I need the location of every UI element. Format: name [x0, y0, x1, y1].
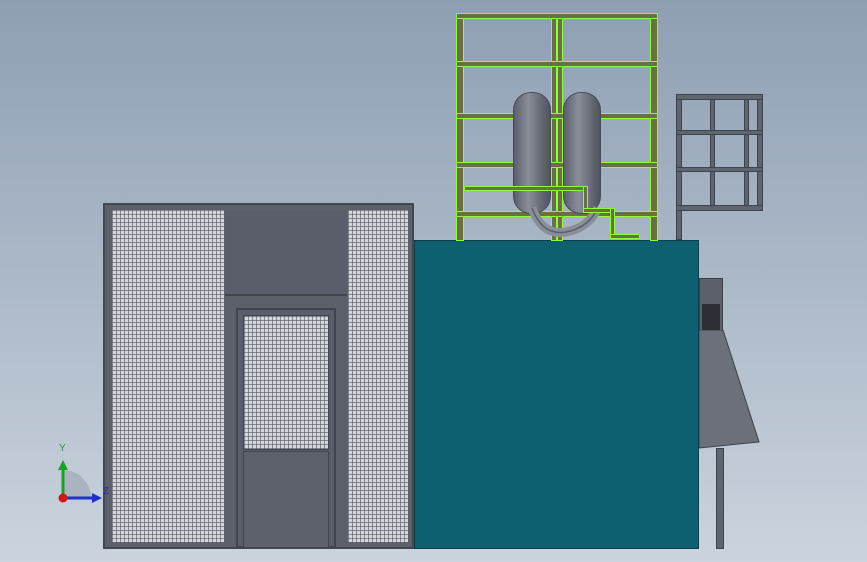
rack-beam-1: [676, 94, 763, 100]
tower-beam-2: [456, 61, 658, 67]
side-support-leg: [716, 448, 724, 549]
rack-post-3: [744, 94, 749, 211]
tower-post-left: [456, 13, 464, 241]
triad-z-axis-label: Z: [103, 486, 110, 497]
side-control-window: [702, 304, 720, 330]
dust-collector-tank-left[interactable]: [513, 92, 551, 214]
rack-post-2: [710, 94, 715, 211]
enclosure-right-mesh-panel: [348, 210, 408, 542]
tower-beam-1: [456, 13, 658, 19]
rack-beam-3: [676, 167, 763, 172]
rack-post-right: [757, 94, 763, 211]
door-lower-panel: [243, 451, 329, 548]
duct-horizontal-lower: [610, 234, 640, 239]
dust-collector-tank-right[interactable]: [563, 92, 601, 214]
enclosure-top-panel: [225, 210, 347, 296]
side-hopper: [699, 330, 760, 449]
tower-post-right: [650, 13, 658, 241]
main-unit-body[interactable]: [414, 240, 699, 549]
door-window-mesh: [243, 315, 329, 450]
rack-beam-4: [676, 205, 763, 211]
enclosure-left-mesh-panel: [112, 210, 224, 542]
rack-beam-2: [676, 130, 763, 135]
duct-horizontal-upper: [464, 186, 588, 191]
3d-viewport[interactable]: Y Z: [0, 0, 867, 562]
triad-y-axis-label: Y: [59, 443, 66, 454]
tower-beam-4: [456, 162, 658, 168]
tower-beam-3: [456, 113, 658, 119]
tank-outlet-pipes: [527, 205, 603, 237]
